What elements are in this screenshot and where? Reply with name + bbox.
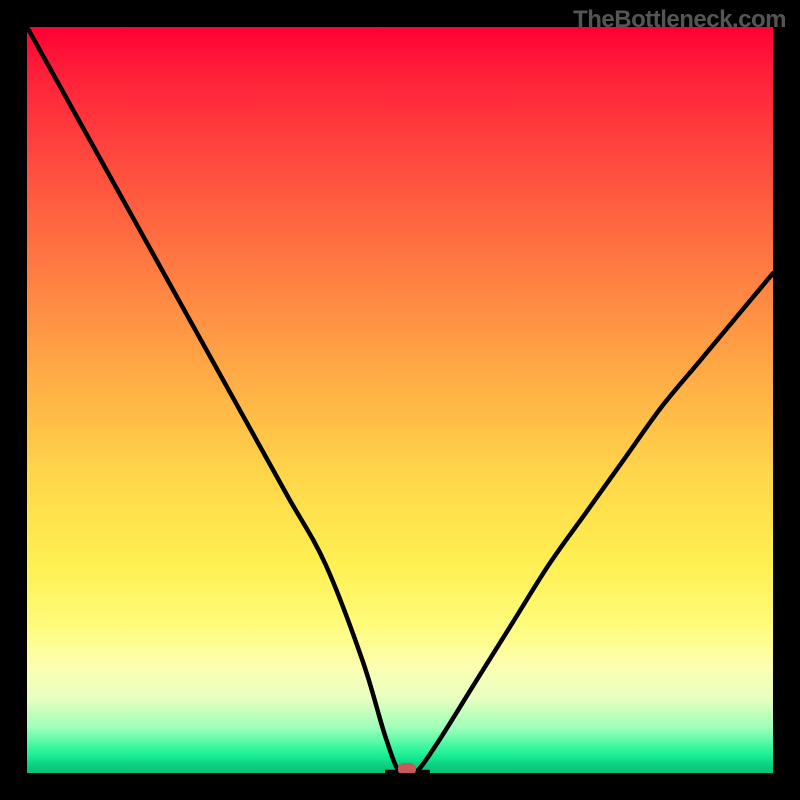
plot-area [27,27,773,773]
chart-frame: TheBottleneck.com [0,0,800,800]
bottleneck-curve [27,27,773,773]
watermark-label: TheBottleneck.com [573,6,786,34]
bottleneck-marker [398,763,416,773]
